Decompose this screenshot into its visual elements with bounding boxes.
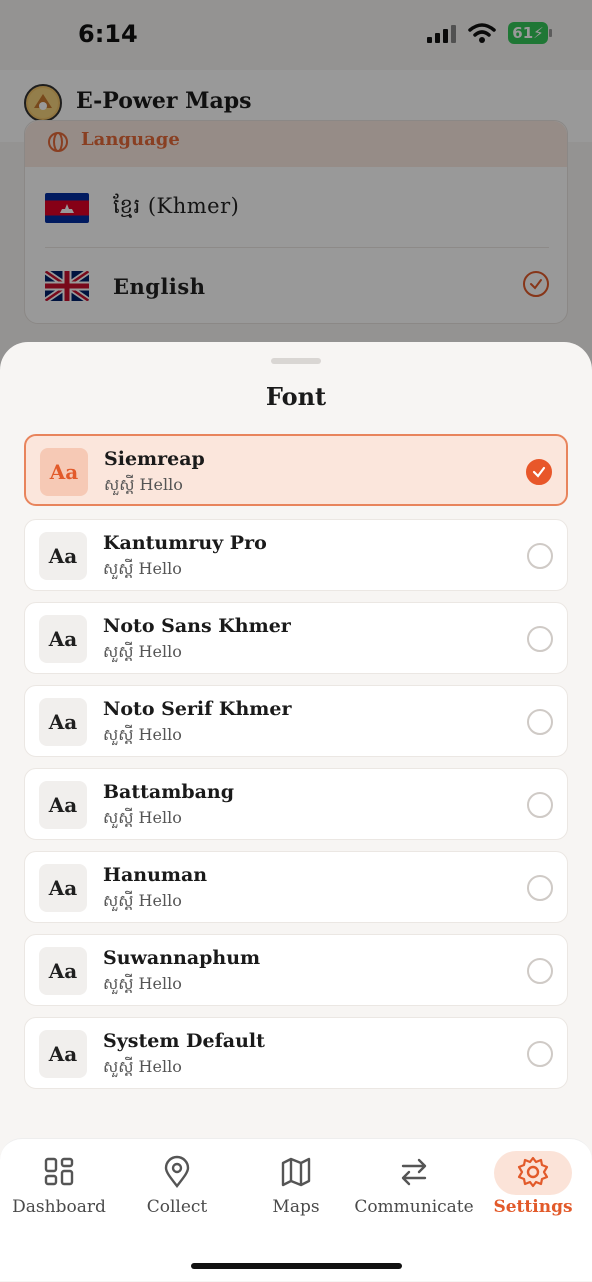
bottom-navigation: Dashboard Collect Maps Communicate Setti… bbox=[0, 1138, 592, 1281]
radio-button[interactable] bbox=[527, 626, 553, 652]
nav-label: Settings bbox=[493, 1197, 573, 1217]
nav-communicate[interactable]: Communicate bbox=[354, 1149, 474, 1229]
font-name: Suwannaphum bbox=[103, 947, 261, 969]
radio-button[interactable] bbox=[527, 792, 553, 818]
font-sample: សួស្តី Hello bbox=[103, 725, 182, 744]
swap-arrows-icon bbox=[401, 1158, 427, 1186]
font-sample: សួស្តី Hello bbox=[103, 974, 182, 993]
font-badge: Aa bbox=[39, 781, 87, 829]
font-option-kantumruy-pro[interactable]: Aa Kantumruy Pro សួស្តី Hello bbox=[24, 519, 568, 591]
radio-button[interactable] bbox=[527, 875, 553, 901]
font-badge: Aa bbox=[39, 615, 87, 663]
location-pin-icon bbox=[164, 1155, 190, 1188]
font-sample: សួស្តី Hello bbox=[103, 1057, 182, 1076]
font-name: Kantumruy Pro bbox=[103, 532, 267, 554]
font-badge: Aa bbox=[39, 698, 87, 746]
gear-icon bbox=[517, 1156, 549, 1188]
font-sample: សួស្តី Hello bbox=[103, 808, 182, 827]
font-option-hanuman[interactable]: Aa Hanuman សួស្តី Hello bbox=[24, 851, 568, 923]
radio-button[interactable] bbox=[527, 1041, 553, 1067]
sheet-drag-handle[interactable] bbox=[271, 358, 321, 364]
font-option-battambang[interactable]: Aa Battambang សួស្តី Hello bbox=[24, 768, 568, 840]
radio-button[interactable] bbox=[527, 709, 553, 735]
font-name: Noto Serif Khmer bbox=[103, 698, 292, 720]
font-sample: សួស្តី Hello bbox=[104, 475, 183, 494]
nav-label: Communicate bbox=[354, 1197, 474, 1217]
nav-label: Dashboard bbox=[12, 1197, 106, 1217]
radio-button[interactable] bbox=[527, 543, 553, 569]
font-option-suwannaphum[interactable]: Aa Suwannaphum សួស្តី Hello bbox=[24, 934, 568, 1006]
home-indicator bbox=[191, 1263, 402, 1269]
checkmark-icon[interactable] bbox=[526, 459, 552, 485]
font-option-noto-serif-khmer[interactable]: Aa Noto Serif Khmer សួស្តី Hello bbox=[24, 685, 568, 757]
sheet-title: Font bbox=[265, 382, 327, 411]
nav-settings[interactable]: Settings bbox=[474, 1149, 592, 1229]
nav-maps[interactable]: Maps bbox=[237, 1149, 355, 1229]
nav-collect[interactable]: Collect bbox=[118, 1149, 236, 1229]
font-option-noto-sans-khmer[interactable]: Aa Noto Sans Khmer សួស្តី Hello bbox=[24, 602, 568, 674]
font-badge: Aa bbox=[39, 864, 87, 912]
font-name: System Default bbox=[103, 1030, 265, 1052]
font-name: Hanuman bbox=[103, 864, 208, 886]
font-name: Battambang bbox=[103, 781, 235, 803]
nav-label: Maps bbox=[272, 1197, 320, 1217]
font-badge: Aa bbox=[39, 532, 87, 580]
font-option-siemreap[interactable]: Aa Siemreap សួស្តី Hello bbox=[24, 434, 568, 506]
font-badge: Aa bbox=[39, 947, 87, 995]
font-badge: Aa bbox=[40, 448, 88, 496]
map-icon bbox=[281, 1157, 311, 1187]
font-sample: សួស្តី Hello bbox=[103, 642, 182, 661]
nav-dashboard[interactable]: Dashboard bbox=[0, 1149, 118, 1229]
font-name: Siemreap bbox=[104, 448, 205, 470]
grid-icon bbox=[44, 1157, 74, 1186]
font-name: Noto Sans Khmer bbox=[103, 615, 291, 637]
nav-label: Collect bbox=[146, 1197, 208, 1217]
radio-button[interactable] bbox=[527, 958, 553, 984]
font-sample: សួស្តី Hello bbox=[103, 559, 182, 578]
font-badge: Aa bbox=[39, 1030, 87, 1078]
font-option-system-default[interactable]: Aa System Default សួស្តី Hello bbox=[24, 1017, 568, 1089]
font-sample: សួស្តី Hello bbox=[103, 891, 182, 910]
